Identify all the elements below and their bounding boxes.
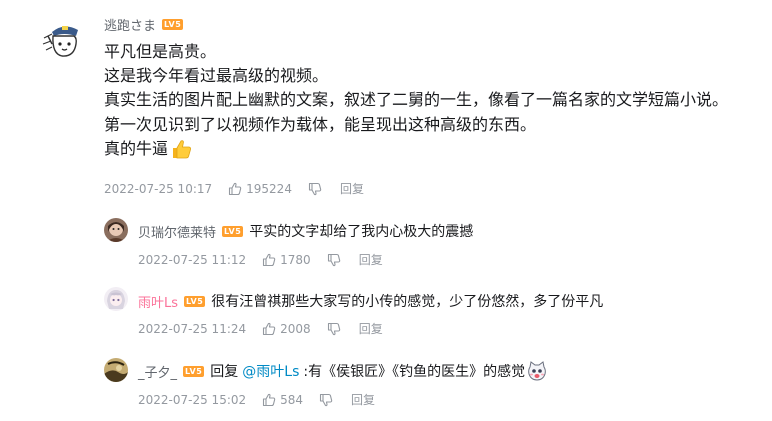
like-button[interactable]: 2008 (262, 322, 311, 336)
main-user-line: 逃跑さま LV5 (104, 15, 184, 34)
avatar-image (104, 218, 128, 242)
thumbs-up-icon (263, 322, 276, 335)
dislike-button[interactable] (319, 393, 333, 407)
avatar[interactable] (104, 287, 128, 311)
thumbs-down-icon (327, 253, 340, 266)
reply-time: 2022-07-25 15:02 (138, 392, 247, 407)
avatar-image (104, 358, 128, 382)
dislike-button[interactable] (327, 322, 341, 336)
avatar-image (104, 287, 128, 311)
comment-line: 平凡但是高贵。 (104, 42, 217, 61)
username[interactable]: _子夕_ (138, 362, 177, 381)
reply-body: :有《侯银匠》《钓鱼的医生》的感觉 (303, 364, 526, 380)
username[interactable]: 贝瑞尔德莱特 (138, 222, 216, 241)
like-count: 195224 (246, 181, 292, 196)
level-badge: LV5 (162, 19, 184, 30)
reply-user-line: 雨叶Ls LV5 很有汪曾祺那些大家写的小传的感觉，少了份悠然，多了份平凡 (138, 291, 603, 311)
like-count: 584 (280, 392, 304, 407)
thumbs-up-emoji-icon (170, 139, 192, 159)
avatar[interactable] (104, 218, 128, 242)
comment-meta: 2022-07-25 10:17 195224 回复 (104, 180, 364, 197)
comment-time: 2022-07-25 10:17 (104, 181, 213, 196)
comment-line: 真实生活的图片配上幽默的文案，叙述了二舅的一生，像看了一篇名家的文学短篇小说。 (104, 90, 729, 110)
reply-text: 平实的文字却给了我内心极大的震撼 (249, 224, 474, 240)
like-button[interactable]: 195224 (228, 182, 292, 196)
avatar[interactable] (38, 14, 88, 64)
thumbs-up-icon (263, 253, 276, 266)
cat-face-emoji-icon (527, 361, 547, 381)
username[interactable]: 逃跑さま (104, 15, 156, 34)
level-badge: LV5 (184, 295, 206, 307)
dislike-button[interactable] (308, 182, 322, 196)
reply-meta: 2022-07-25 11:12 1780 回复 (138, 251, 383, 268)
like-button[interactable]: 1780 (262, 253, 311, 267)
reply-meta: 2022-07-25 11:24 2008 回复 (138, 320, 383, 337)
comment-content: 平凡但是高贵。 这是我今年看过最高级的视频。 真实生活的图片配上幽默的文案，叙述… (104, 40, 728, 161)
reply-time: 2022-07-25 11:12 (138, 252, 247, 267)
mention-link[interactable]: @雨叶Ls (242, 361, 299, 381)
level-badge: LV5 (183, 365, 205, 377)
reply-text: 回复 @雨叶Ls :有《侯银匠》《钓鱼的医生》的感觉 (210, 361, 547, 381)
comment-line: 第一次见识到了以视频作为载体，能呈现出这种高级的东西。 (104, 114, 537, 134)
like-button[interactable]: 584 (262, 393, 303, 407)
thumbs-down-icon (327, 322, 340, 335)
username[interactable]: 雨叶Ls (138, 292, 178, 311)
reply-user-line: _子夕_ LV5 回复 @雨叶Ls :有《侯银匠》《钓鱼的医生》的感觉 (138, 361, 547, 381)
thumbs-up-icon (263, 393, 276, 406)
comment-line-last: 真的牛逼 (104, 137, 728, 161)
like-count: 1780 (280, 252, 311, 267)
reply-prefix: 回复 (210, 364, 239, 380)
avatar-image (38, 14, 88, 64)
reply-meta: 2022-07-25 15:02 584 回复 (138, 391, 375, 408)
thumbs-down-icon (308, 182, 322, 195)
thumbs-up-icon (229, 182, 242, 195)
reply-time: 2022-07-25 11:24 (138, 321, 247, 336)
dislike-button[interactable] (327, 253, 341, 267)
comment-line: 这是我今年看过最高级的视频。 (104, 66, 329, 86)
level-badge: LV5 (222, 225, 244, 237)
reply-user-line: 贝瑞尔德莱特 LV5 平实的文字却给了我内心极大的震撼 (138, 221, 473, 241)
reply-button[interactable]: 回复 (340, 180, 364, 197)
reply-button[interactable]: 回复 (359, 251, 383, 268)
comment-line-text: 真的牛逼 (104, 138, 169, 158)
reply-text: 很有汪曾祺那些大家写的小传的感觉，少了份悠然，多了份平凡 (211, 294, 604, 310)
like-count: 2008 (280, 321, 311, 336)
reply-button[interactable]: 回复 (351, 391, 375, 408)
avatar[interactable] (104, 358, 128, 382)
thumbs-down-icon (319, 393, 333, 406)
reply-button[interactable]: 回复 (359, 320, 383, 337)
